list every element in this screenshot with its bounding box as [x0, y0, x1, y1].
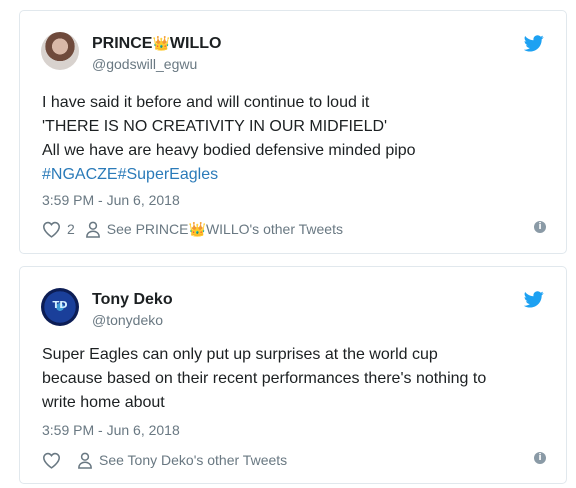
- tweet-timestamp[interactable]: 3:59 PM - Jun 6, 2018: [42, 192, 180, 208]
- hashtag-link[interactable]: #NGACZE#SuperEagles: [42, 163, 546, 187]
- tweet-text-line: All we have are heavy bodied defensive m…: [42, 142, 416, 159]
- tweet-card: TD Tony Deko @tonydeko Super Eagles can …: [19, 266, 567, 484]
- tweet-text-line: because based on their recent performanc…: [42, 370, 487, 387]
- profile-link[interactable]: See PRINCE👑WILLO's other Tweets: [107, 221, 343, 238]
- tweet-text: Super Eagles can only put up surprises a…: [42, 343, 546, 415]
- author-name[interactable]: PRINCE👑WILLO: [92, 35, 221, 53]
- tweet-text-line: Super Eagles can only put up surprises a…: [42, 346, 438, 363]
- heart-icon[interactable]: [42, 221, 61, 238]
- author-name-part: WILLO: [169, 35, 222, 52]
- tweet-actions: See Tony Deko's other Tweets i: [42, 449, 546, 471]
- like-count[interactable]: 2: [67, 221, 75, 237]
- person-icon: [78, 452, 92, 469]
- twitter-bird-icon[interactable]: [524, 291, 544, 308]
- author-handle[interactable]: @tonydeko: [92, 312, 163, 328]
- twitter-bird-icon[interactable]: [524, 35, 544, 52]
- avatar[interactable]: TD: [41, 288, 79, 326]
- tweet-actions: 2 See PRINCE👑WILLO's other Tweets i: [42, 218, 546, 240]
- author-handle[interactable]: @godswill_egwu: [92, 56, 197, 72]
- author-name[interactable]: Tony Deko: [92, 291, 173, 309]
- avatar[interactable]: [41, 32, 79, 70]
- crown-emoji: 👑: [188, 220, 206, 237]
- info-icon[interactable]: i: [534, 452, 546, 464]
- tweet-text-line: write home about: [42, 394, 165, 411]
- tweet-timestamp[interactable]: 3:59 PM - Jun 6, 2018: [42, 422, 180, 438]
- info-icon[interactable]: i: [534, 221, 546, 233]
- profile-link[interactable]: See Tony Deko's other Tweets: [99, 452, 287, 468]
- tweet-text-line: I have said it before and will continue …: [42, 94, 370, 111]
- crown-emoji: 👑: [152, 35, 170, 51]
- avatar-monogram: TD: [52, 300, 68, 311]
- tweet-text: I have said it before and will continue …: [42, 91, 546, 187]
- profile-link-part: WILLO's other Tweets: [205, 220, 343, 237]
- heart-icon[interactable]: [42, 452, 61, 469]
- tweet-text-line: 'THERE IS NO CREATIVITY IN OUR MIDFIELD': [42, 118, 388, 135]
- author-name-part: PRINCE: [92, 35, 153, 52]
- person-icon: [85, 221, 100, 238]
- profile-link-part: See PRINCE: [106, 220, 189, 237]
- tweet-card: PRINCE👑WILLO @godswill_egwu I have said …: [19, 10, 567, 254]
